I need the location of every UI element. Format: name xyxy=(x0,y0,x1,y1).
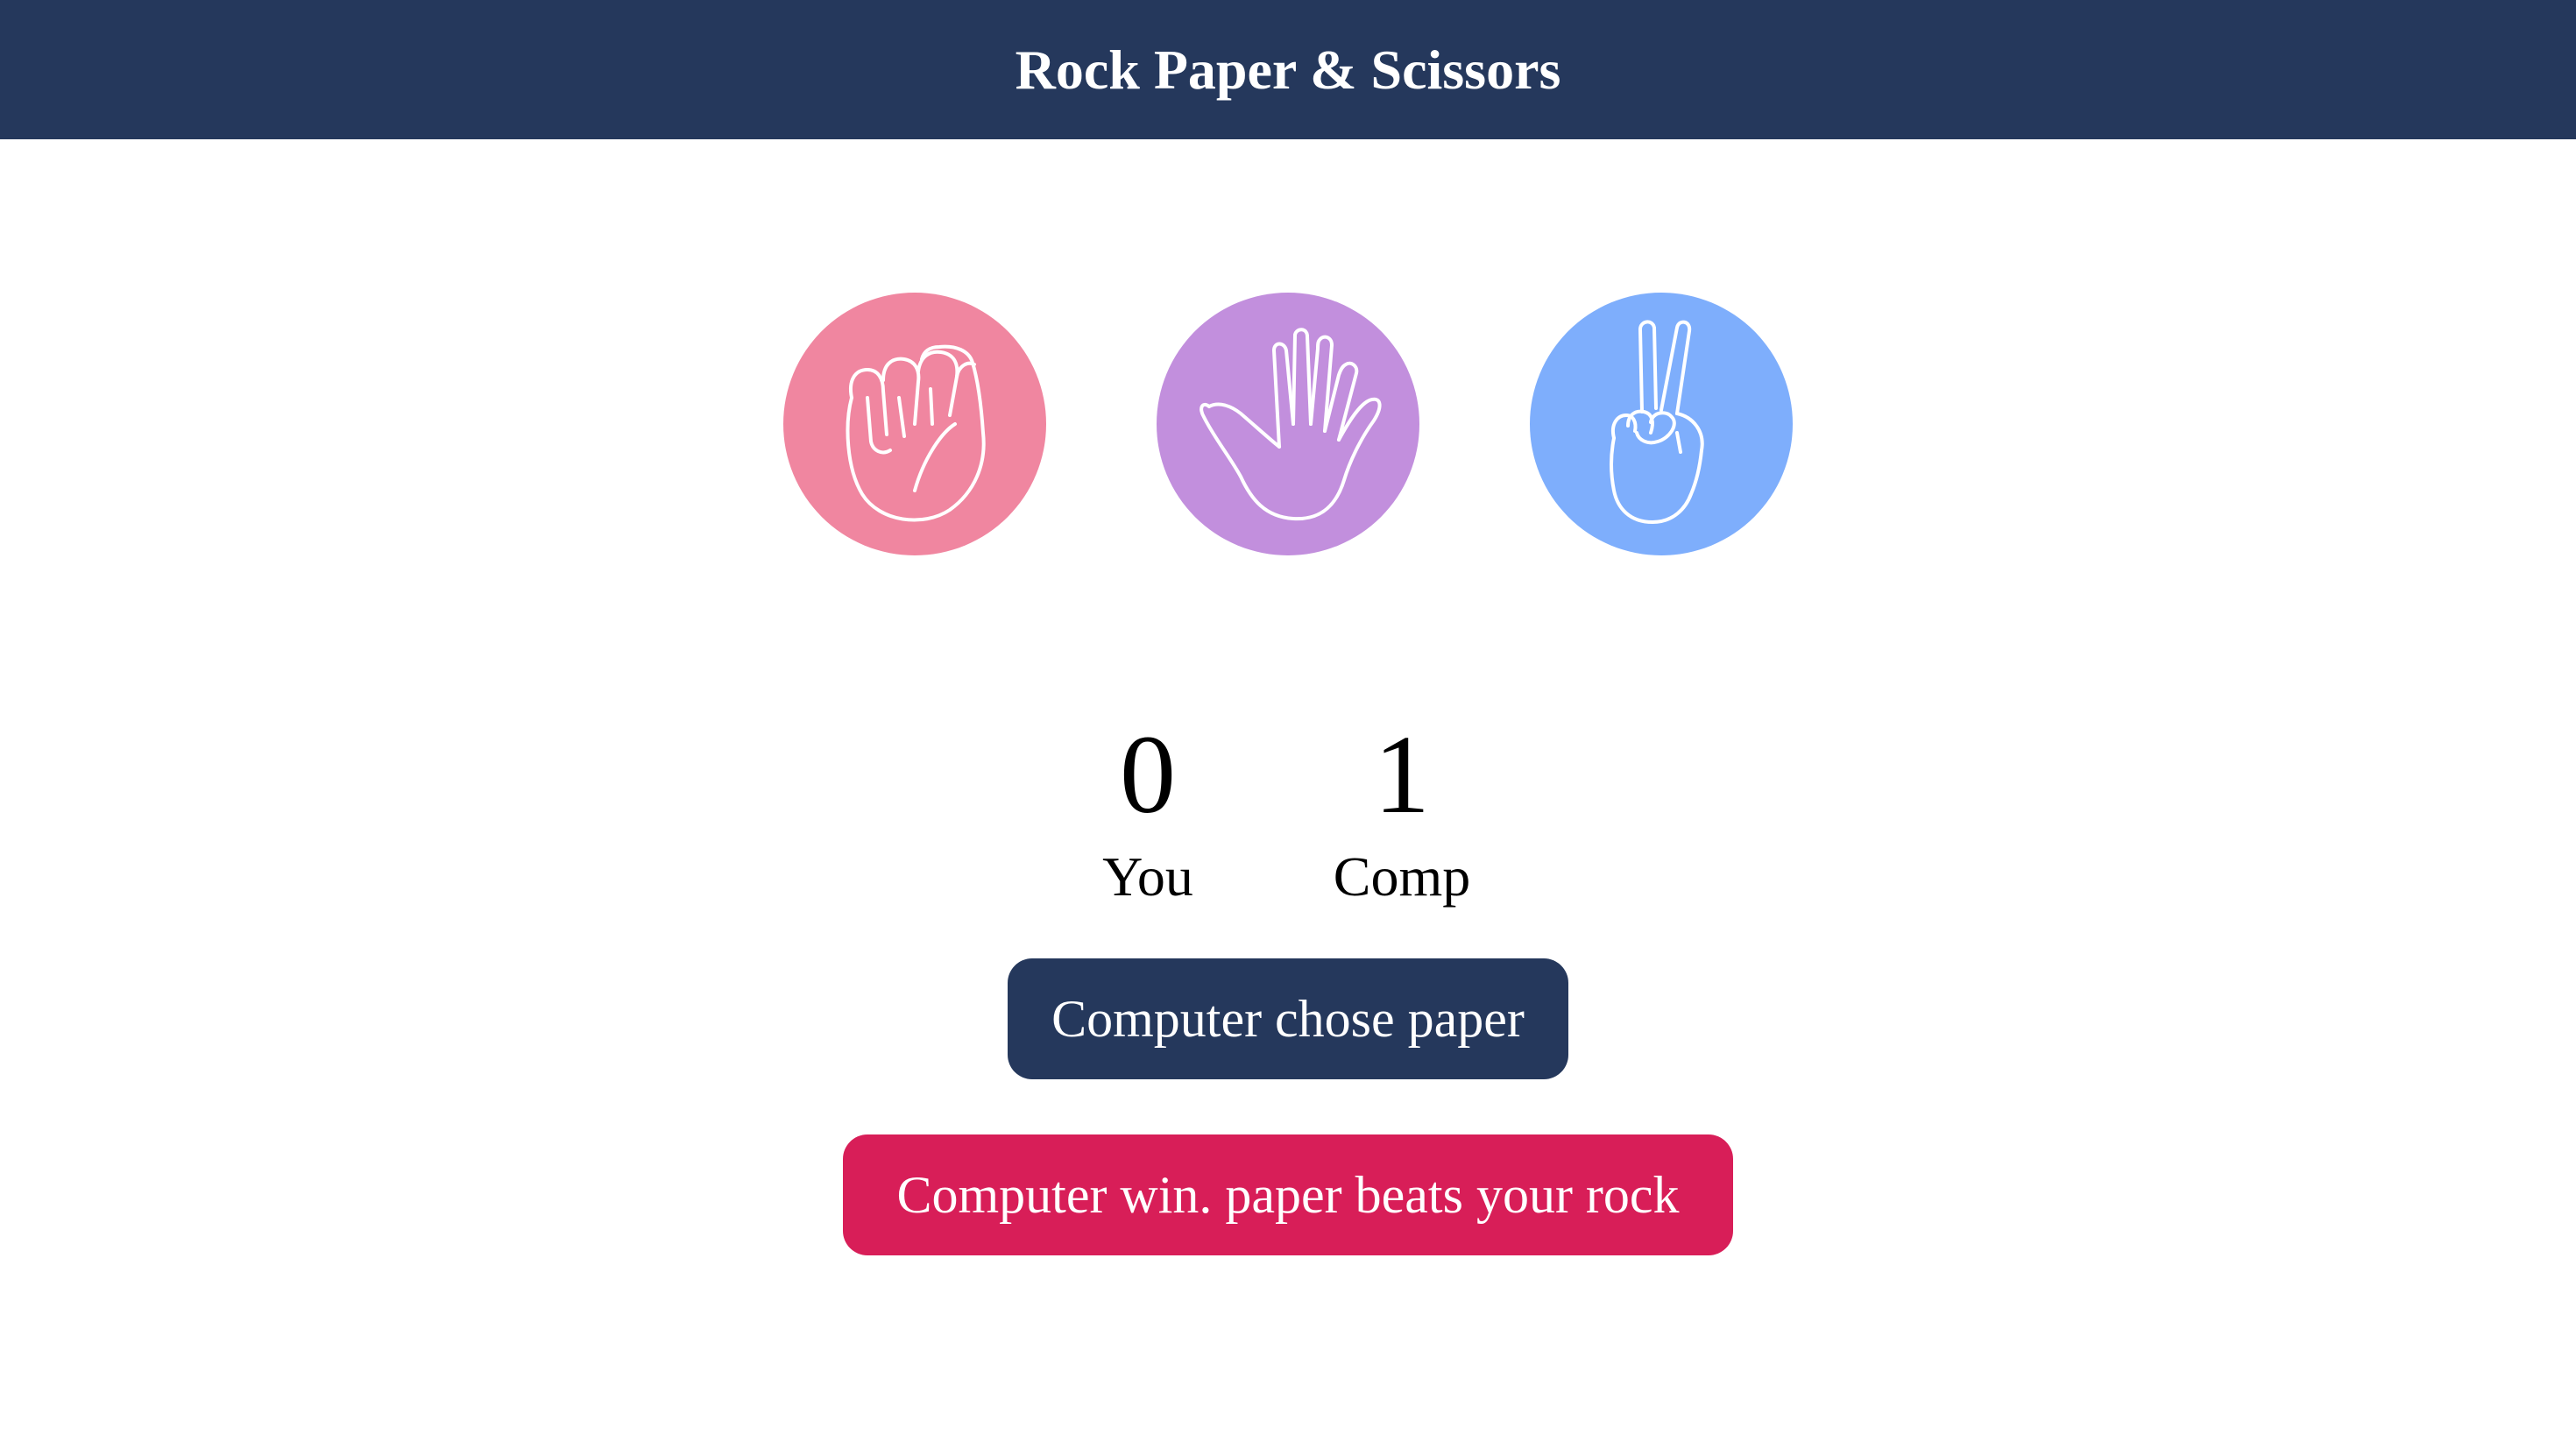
score-you-value: 0 xyxy=(1120,712,1176,837)
score-you-label: You xyxy=(1102,845,1193,908)
open-hand-icon xyxy=(1200,328,1382,521)
rock-button[interactable] xyxy=(783,293,1046,555)
peace-hand-icon xyxy=(1610,320,1704,524)
score-you: 0 You xyxy=(1051,718,1244,908)
computer-choice-text: Computer chose paper xyxy=(1051,989,1525,1048)
fist-icon xyxy=(846,344,986,522)
score-comp-value: 1 xyxy=(1374,712,1430,837)
result-badge: Computer win. paper beats your rock xyxy=(843,1134,1733,1255)
score-comp-label: Comp xyxy=(1333,845,1471,908)
scissors-button[interactable] xyxy=(1530,293,1793,555)
app-header: Rock Paper & Scissors xyxy=(0,0,2576,139)
paper-button[interactable] xyxy=(1157,293,1419,555)
computer-choice-badge: Computer chose paper xyxy=(1008,958,1568,1079)
result-text: Computer win. paper beats your rock xyxy=(896,1165,1680,1224)
page-title: Rock Paper & Scissors xyxy=(1015,38,1561,101)
score-comp: 1 Comp xyxy=(1306,718,1498,908)
